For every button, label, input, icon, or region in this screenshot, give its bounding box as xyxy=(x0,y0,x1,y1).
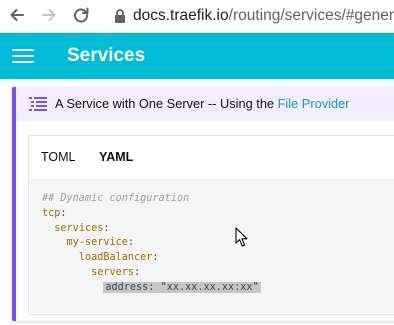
yaml-code-block[interactable]: ## Dynamic configuration tcp: services: m… xyxy=(30,179,394,313)
arrow-right-icon xyxy=(42,9,56,21)
lock-icon xyxy=(115,9,125,23)
app-header: Services xyxy=(0,33,394,79)
admonition-title-label: A Service with One Server -- Using the xyxy=(55,96,278,111)
browser-toolbar: docs.traefik.io/routing/services/#genera… xyxy=(0,0,394,33)
list-icon xyxy=(29,97,47,111)
code-content: ## Dynamic configuration tcp: services: m… xyxy=(42,192,261,296)
code-line-address: address: "xx.xx.xx.xx:xx" xyxy=(42,281,261,296)
url-host: docs.traefik.io xyxy=(133,7,229,24)
mouse-pointer-icon xyxy=(235,227,248,247)
code-line-tcp: tcp: xyxy=(42,207,67,219)
selected-address-text: address: "xx.xx.xx.xx:xx" xyxy=(103,281,261,293)
menu-icon[interactable] xyxy=(12,48,34,65)
forward-button[interactable] xyxy=(38,4,60,26)
code-comment: ## Dynamic configuration xyxy=(42,193,190,204)
code-tabs: TOML YAML ## Dynamic configuration tcp: s… xyxy=(28,135,394,315)
code-line-my-service: my-service: xyxy=(66,237,135,249)
arrow-left-icon xyxy=(10,9,24,21)
file-provider-link[interactable]: File Provider xyxy=(278,96,350,111)
admonition-title-text: A Service with One Server -- Using the F… xyxy=(55,96,349,112)
main-content: A Service with One Server -- Using the F… xyxy=(0,79,394,325)
screen: docs.traefik.io/routing/services/#genera… xyxy=(0,0,394,325)
tab-toml[interactable]: TOML xyxy=(41,149,76,165)
admonition-title[interactable]: A Service with One Server -- Using the F… xyxy=(16,87,394,121)
example-admonition: A Service with One Server -- Using the F… xyxy=(12,87,394,321)
tab-yaml[interactable]: YAML xyxy=(99,149,133,165)
code-line-loadbalancer: loadBalancer: xyxy=(78,252,159,264)
code-line-services: services: xyxy=(54,222,110,234)
reload-button[interactable] xyxy=(70,4,92,26)
url-path: /routing/services/#general xyxy=(228,7,394,24)
reload-icon xyxy=(74,7,89,23)
address-bar[interactable]: docs.traefik.io/routing/services/#genera… xyxy=(133,6,394,26)
back-button[interactable] xyxy=(6,4,28,26)
code-line-servers: servers: xyxy=(91,266,141,278)
page-title: Services xyxy=(67,45,146,66)
